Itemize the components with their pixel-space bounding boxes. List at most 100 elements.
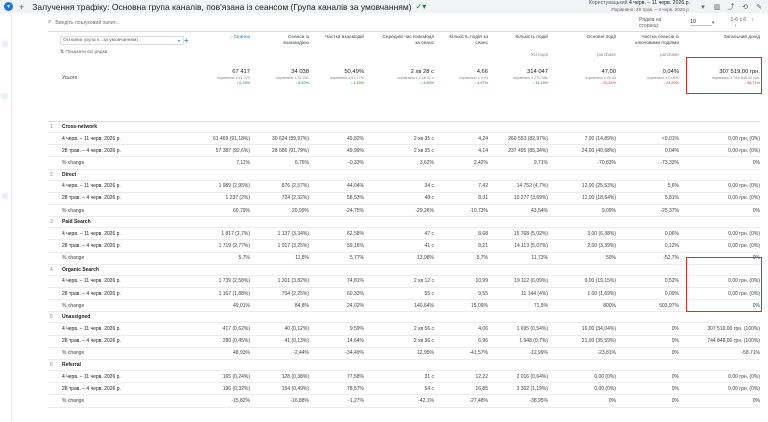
- column-header[interactable]: ↓ Сеанси: [210, 35, 250, 41]
- group-index: 3: [50, 219, 53, 226]
- total-value: 0,04%: [662, 69, 679, 75]
- row-label: 4 черв. – 11 черв. 2026 р.: [62, 135, 121, 142]
- search-icon: ⌕: [48, 19, 52, 25]
- share-icon[interactable]: ⤴: [726, 2, 736, 12]
- chart-icon[interactable]: ▥: [712, 3, 722, 11]
- rail-item[interactable]: [2, 193, 8, 199]
- group-row[interactable]: 6 Referral: [48, 360, 760, 371]
- search-box: ⌕: [48, 19, 579, 26]
- row-label: 4 черв. – 11 черв. 2026 р.: [62, 373, 121, 380]
- column-header[interactable]: Загальний дохід: [690, 35, 760, 41]
- table-row: 28 трав. – 4 черв. 2026 р. 280 (0,45%) 41 …: [48, 336, 760, 348]
- group-index: 1: [50, 124, 53, 130]
- group-row[interactable]: 5 Unassigned: [48, 312, 760, 324]
- table-cell: -58,71%: [741, 350, 760, 357]
- column-header[interactable]: Частка взаємодій: [322, 35, 364, 41]
- highlight-total-revenue: [686, 57, 762, 94]
- group-name[interactable]: Direct: [62, 170, 76, 180]
- report-icon[interactable]: ▾: [4, 2, 13, 11]
- group-row[interactable]: 1 Cross-network: [48, 122, 760, 133]
- total-change: ↓ 24,29%: [663, 81, 679, 85]
- row-label: 4 черв. – 11 черв. 2026 р.: [62, 230, 121, 237]
- table-cell: 0%: [752, 207, 760, 214]
- show-all-rows[interactable]: ⇅ Показати всі рядки: [60, 50, 107, 55]
- table-row: 28 трав. – 4 черв. 2026 р. 1 167 (1,88%) 7…: [48, 288, 760, 301]
- next-page-icon[interactable]: ›: [734, 23, 736, 29]
- chevron-down-icon[interactable]: ▾: [698, 3, 708, 11]
- table-cell: 744 848,00 грн. (100%): [707, 338, 760, 345]
- total-change: ↓ 1,33%: [350, 81, 364, 85]
- row-label: % change: [62, 159, 85, 166]
- column-subheader[interactable]: purchase: [562, 52, 616, 57]
- chevron-down-icon[interactable]: ▾: [712, 20, 715, 26]
- column-subheader[interactable]: purchase: [623, 52, 679, 57]
- row-label: 4 черв. – 11 черв. 2026 р.: [62, 325, 121, 332]
- row-label: % change: [62, 397, 85, 404]
- group-name[interactable]: Cross-network: [62, 122, 97, 132]
- table-row: 28 трав. – 4 черв. 2026 р. 196 (0,32%) 154…: [48, 383, 760, 396]
- table-toolbar: ⌕ Рядків на сторінці: 10 ▾ 1-6 з 6 ‹ ›: [48, 16, 760, 29]
- add-icon[interactable]: +: [19, 2, 24, 12]
- rail-item[interactable]: [2, 93, 8, 99]
- group-name[interactable]: Organic Search: [62, 265, 99, 275]
- highlight-organic-revenue: [686, 257, 762, 312]
- row-label: 28 трав. – 4 черв. 2026 р.: [62, 385, 121, 392]
- table-cell: 0%: [671, 397, 679, 404]
- group-row[interactable]: 4 Organic Search: [48, 265, 760, 276]
- group-index: 5: [50, 314, 53, 321]
- column-header[interactable]: Кількість подій за сеанс: [448, 35, 488, 46]
- group-index: 4: [50, 266, 53, 273]
- dimension-select[interactable]: Основна група к...за умовчанням) ▾: [60, 36, 184, 45]
- column-header[interactable]: Середній час взаємодії за сеанс: [378, 35, 434, 46]
- compare-range: Порівняно: 28 трав. – 4 черв. 2026 р.: [611, 6, 690, 12]
- table-row: % change -15,82% -16,88% -1,27% -42,1% -27,48…: [48, 395, 760, 408]
- column-total: 50,49% порівняно з 51,17% ↓ 1,33%: [284, 68, 364, 86]
- table-cell: 0%: [671, 373, 679, 380]
- table-row: 4 черв. – 11 черв. 2026 р. 61 469 (91,18%…: [48, 133, 760, 146]
- table-cell: 0,09%: [664, 290, 679, 297]
- prev-page-icon[interactable]: ‹: [752, 17, 754, 23]
- column-header[interactable]: Сеанси із взаємодією: [265, 35, 309, 46]
- table-row: 4 черв. – 11 черв. 2026 р. 417 (0,62%) 40 …: [48, 323, 760, 336]
- pagination-text: 1-6 з 6: [730, 16, 747, 23]
- column-header[interactable]: Кількість подій: [500, 35, 548, 41]
- row-label: % change: [62, 207, 85, 214]
- rail-item[interactable]: [2, 41, 8, 47]
- table-cell: -52,7%: [663, 255, 679, 262]
- column-subheader[interactable]: Усі події: [500, 52, 548, 57]
- total-value: 50,49%: [344, 69, 364, 75]
- group-name[interactable]: Paid Search: [62, 217, 91, 227]
- table-cell: 5,6%: [667, 183, 679, 190]
- search-input[interactable]: [55, 19, 356, 26]
- edit-icon[interactable]: ✎: [754, 3, 764, 11]
- left-rail: [0, 13, 12, 422]
- table-cell: 0,00 грн. (0%): [728, 135, 760, 142]
- group-row[interactable]: 3 Paid Search: [48, 217, 760, 229]
- add-dimension-icon[interactable]: +: [184, 36, 189, 45]
- report-title: Залучення трафіку: Основна група каналів…: [32, 1, 412, 12]
- table-cell: 0,12%: [664, 242, 679, 249]
- group-name[interactable]: Referral: [62, 360, 81, 370]
- table-cell: 307 519,00 грн. (100%): [707, 325, 760, 332]
- table-cell: 503,97%: [659, 302, 679, 309]
- group-name[interactable]: Unassigned: [62, 312, 90, 322]
- group-row[interactable]: 2 Direct: [48, 170, 760, 181]
- table-row: % change 49,01% 84,8% 24,02% 140,64% 15,09% 71…: [48, 300, 760, 313]
- column-header[interactable]: Частка сеансів із ключовими подіями: [623, 35, 679, 46]
- rows-per-page-select[interactable]: 10: [690, 19, 712, 26]
- table-cell: 5,81%: [664, 195, 679, 202]
- column-header[interactable]: Основні події: [562, 35, 616, 41]
- row-label: 28 трав. – 4 черв. 2026 р.: [62, 242, 121, 249]
- table-row: 4 черв. – 11 черв. 2026 р. 165 (0,24%) 128…: [48, 371, 760, 384]
- table-row: 4 черв. – 11 черв. 2026 р. 1 989 (2,95%) 8…: [48, 181, 760, 193]
- row-label: 28 трав. – 4 черв. 2026 р.: [62, 290, 121, 297]
- table-row: % change 5,7% 11,8% 5,77% 13,98% 5,7% 11,73% 50…: [48, 253, 760, 265]
- date-range-picker[interactable]: Користувацький 4 черв. – 11 черв. 2026 р…: [589, 0, 690, 12]
- table-cell: 0,00 грн. (0%): [728, 147, 760, 154]
- row-label: % change: [62, 350, 85, 357]
- table-cell: 0%: [671, 325, 679, 332]
- table-cell: 0%: [671, 385, 679, 392]
- table-cell: 0,00 грн. (0%): [728, 242, 760, 249]
- insights-icon[interactable]: ⟲: [740, 3, 750, 11]
- row-label: 28 трав. – 4 черв. 2026 р.: [62, 147, 121, 154]
